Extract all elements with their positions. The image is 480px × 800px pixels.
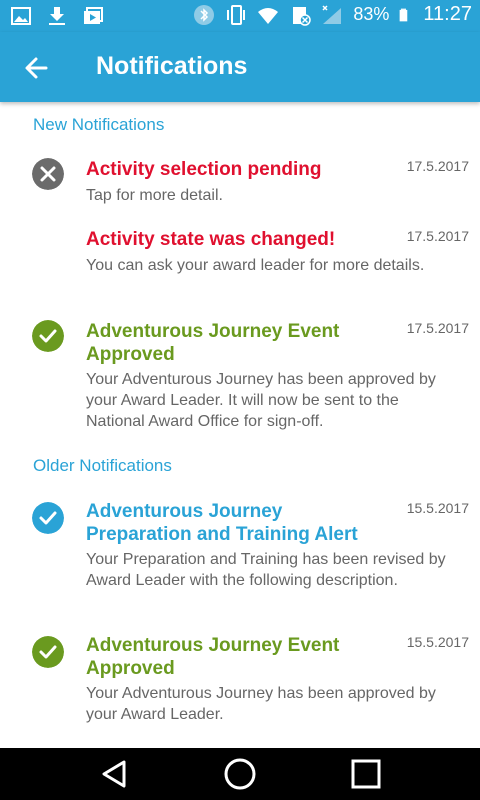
notification-title: Adventurous Journey Event Approved — [86, 635, 340, 679]
signal-icon — [322, 4, 342, 24]
battery-percent: 83% — [353, 4, 390, 24]
arrow-left-icon[interactable] — [20, 52, 52, 84]
download-icon — [49, 7, 65, 25]
sim-icon — [293, 6, 312, 26]
notification-date: 15.5.2017 — [406, 634, 469, 650]
notification-date: 17.5.2017 — [406, 158, 469, 174]
bluetooth-icon — [194, 4, 215, 25]
wifi-icon — [258, 7, 279, 24]
battery-icon — [400, 8, 408, 21]
notification-description: Tap for more detail. — [86, 187, 223, 204]
notification-item[interactable]: Adventurous Journey Event Approved 15.5.… — [0, 628, 480, 728]
notification-description: Your Preparation and Training has been r… — [86, 551, 446, 589]
notification-description: You can ask your award leader for more d… — [86, 257, 425, 274]
section-header-older: Older Notifications — [33, 456, 172, 475]
notification-date: 17.5.2017 — [406, 320, 469, 336]
check-circle-icon — [32, 320, 64, 352]
notification-item[interactable]: Adventurous Journey Event Approved 17.5.… — [0, 312, 480, 436]
page-title: Notifications — [96, 52, 248, 80]
section-header-new: New Notifications — [33, 115, 165, 134]
nav-home-icon[interactable] — [222, 756, 258, 792]
notification-date: 17.5.2017 — [406, 228, 469, 244]
notification-date: 15.5.2017 — [406, 500, 469, 516]
app-bar: Notifications — [0, 32, 480, 102]
nav-recents-icon[interactable] — [348, 756, 384, 792]
vibrate-icon — [227, 4, 246, 25]
notification-title: Activity state was changed! — [86, 229, 336, 250]
clock: 11:27 — [423, 3, 472, 25]
notification-item[interactable]: Adventurous Journey Preparation and Trai… — [0, 494, 480, 614]
notification-description: Your Adventurous Journey has been approv… — [86, 685, 436, 723]
notification-title: Adventurous Journey Preparation and Trai… — [86, 501, 358, 545]
image-icon — [11, 7, 31, 25]
notifications-list: New Notifications Activity selection pen… — [0, 102, 480, 748]
x-circle-icon — [32, 158, 64, 190]
nav-back-icon[interactable] — [96, 756, 132, 792]
system-nav-bar — [0, 748, 480, 800]
status-bar: 83% 11:27 — [0, 0, 480, 32]
media-icon — [84, 7, 103, 24]
notification-title: Activity selection pending — [86, 159, 322, 180]
notification-description: Your Adventurous Journey has been approv… — [86, 371, 436, 430]
notification-item[interactable]: Activity selection pending 17.5.2017 Tap… — [0, 152, 480, 210]
notification-item[interactable]: Activity state was changed! 17.5.2017 Yo… — [0, 222, 480, 302]
check-circle-icon — [32, 636, 64, 668]
notification-title: Adventurous Journey Event Approved — [86, 321, 340, 365]
check-circle-icon — [32, 502, 64, 534]
